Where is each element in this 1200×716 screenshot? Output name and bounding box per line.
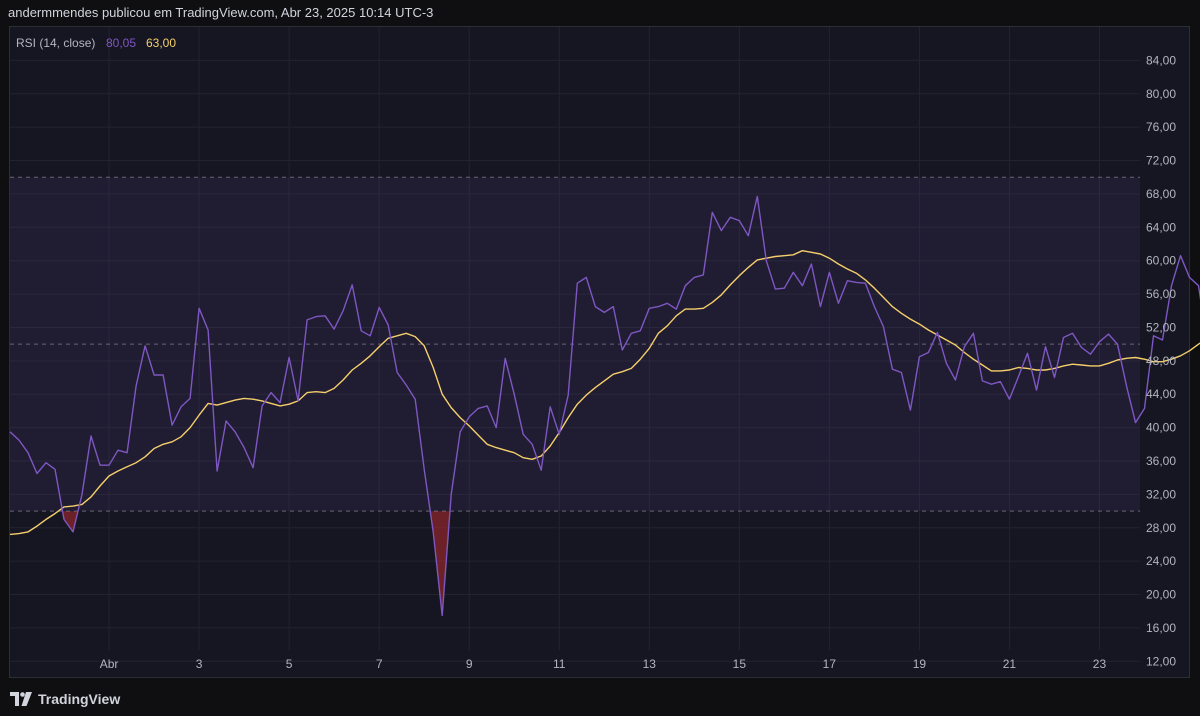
y-tick-label: 76,00 bbox=[1146, 120, 1176, 134]
y-axis: 12,00 16,00 20,00 24,00 28,00 32,00 36,00 40,00… bbox=[1146, 53, 1176, 668]
x-tick-label: 13 bbox=[643, 657, 657, 671]
y-tick-label: 20,00 bbox=[1146, 588, 1176, 602]
y-tick-label: 44,00 bbox=[1146, 387, 1176, 401]
legend-indicator-label: RSI (14, close) bbox=[16, 36, 95, 50]
x-tick-label: 5 bbox=[286, 657, 293, 671]
x-tick-label: 7 bbox=[376, 657, 383, 671]
x-tick-label: 23 bbox=[1093, 657, 1107, 671]
y-tick-label: 48,00 bbox=[1146, 354, 1176, 368]
y-tick-label: 84,00 bbox=[1146, 53, 1176, 67]
rsi-chart[interactable]: 12,00 16,00 20,00 24,00 28,00 32,00 36,00 40,00… bbox=[0, 0, 1200, 680]
x-tick-label: 9 bbox=[466, 657, 473, 671]
x-tick-label: Abr bbox=[100, 657, 119, 671]
x-axis: Abr 3 5 7 9 11 13 15 17 19 21 23 bbox=[100, 657, 1107, 671]
x-tick-label: 15 bbox=[733, 657, 747, 671]
y-tick-label: 12,00 bbox=[1146, 654, 1176, 668]
tradingview-logo[interactable]: TradingView bbox=[10, 690, 120, 708]
y-tick-label: 32,00 bbox=[1146, 487, 1176, 501]
y-tick-label: 36,00 bbox=[1146, 454, 1176, 468]
y-tick-label: 28,00 bbox=[1146, 521, 1176, 535]
x-tick-label: 19 bbox=[913, 657, 927, 671]
y-tick-label: 52,00 bbox=[1146, 320, 1176, 334]
y-tick-label: 72,00 bbox=[1146, 154, 1176, 168]
legend-ma-value: 63,00 bbox=[146, 36, 176, 50]
y-tick-label: 40,00 bbox=[1146, 421, 1176, 435]
y-tick-label: 68,00 bbox=[1146, 187, 1176, 201]
y-tick-label: 80,00 bbox=[1146, 87, 1176, 101]
x-tick-label: 3 bbox=[196, 657, 203, 671]
tradingview-logo-icon bbox=[10, 692, 32, 706]
tradingview-brand: TradingView bbox=[38, 691, 121, 707]
legend-rsi-value: 80,05 bbox=[106, 36, 136, 50]
y-tick-label: 24,00 bbox=[1146, 554, 1176, 568]
footer: TradingView bbox=[0, 680, 1200, 716]
y-tick-label: 64,00 bbox=[1146, 220, 1176, 234]
y-tick-label: 60,00 bbox=[1146, 254, 1176, 268]
y-tick-label: 56,00 bbox=[1146, 287, 1176, 301]
x-tick-label: 17 bbox=[823, 657, 837, 671]
x-tick-label: 21 bbox=[1003, 657, 1017, 671]
y-tick-label: 16,00 bbox=[1146, 621, 1176, 635]
legend: RSI (14, close) 80,05 63,00 bbox=[16, 36, 176, 50]
x-tick-label: 11 bbox=[553, 657, 566, 671]
